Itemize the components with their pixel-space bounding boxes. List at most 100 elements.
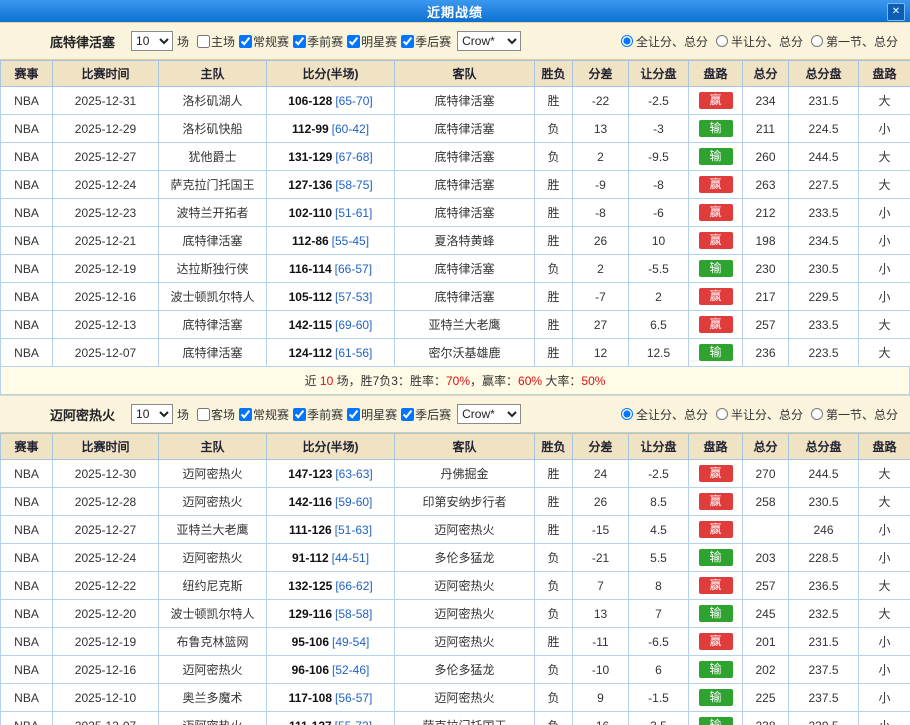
game-row: NBA2025-12-07底特律活塞124-112[61-56]密尔沃基雄鹿胜1…	[1, 339, 910, 367]
summary-segment: 70%	[446, 374, 470, 388]
point-diff-cell: 7	[573, 572, 629, 600]
away-team-cell: 迈阿密热火	[395, 516, 535, 544]
total-line-cell: 229.5	[789, 283, 859, 311]
filter-radio[interactable]: 半让分、总分	[716, 33, 803, 50]
filter-checkbox[interactable]: 常规赛	[235, 406, 289, 423]
column-header: 总分盘	[789, 61, 859, 87]
point-diff-cell: -16	[573, 712, 629, 725]
total-points-cell: 238	[743, 712, 789, 725]
filter-radio[interactable]: 半让分、总分	[716, 406, 803, 423]
odds-company-select[interactable]: Crow*	[457, 404, 521, 424]
summary-segment: 60%	[518, 374, 542, 388]
point-diff-cell: -15	[573, 516, 629, 544]
full-score: 96-106	[292, 663, 329, 677]
game-row: NBA2025-12-27亚特兰大老鹰111-126[51-63]迈阿密热火胜-…	[1, 516, 910, 544]
handicap-line-cell: -2.5	[629, 87, 689, 115]
radio-label: 全让分、总分	[636, 33, 708, 50]
checkbox-input[interactable]	[347, 35, 360, 48]
checkbox-input[interactable]	[401, 35, 414, 48]
radio-input[interactable]	[811, 408, 823, 420]
filter-radio[interactable]: 第一节、总分	[811, 33, 898, 50]
handicap-result-badge: 输	[699, 120, 733, 137]
full-score: 111-127	[289, 719, 332, 725]
home-team-cell: 迈阿密热火	[159, 460, 267, 488]
game-row: NBA2025-12-16波士顿凯尔特人105-112[57-53]底特律活塞胜…	[1, 283, 910, 311]
league-cell: NBA	[1, 283, 53, 311]
column-header: 客队	[395, 434, 535, 460]
filter-checkbox[interactable]: 季前赛	[289, 406, 343, 423]
checkbox-input[interactable]	[239, 35, 252, 48]
league-cell: NBA	[1, 87, 53, 115]
odds-company-select[interactable]: Crow*	[457, 31, 521, 51]
league-cell: NBA	[1, 488, 53, 516]
radio-input[interactable]	[621, 408, 633, 420]
checkbox-input[interactable]	[293, 35, 306, 48]
handicap-result-cell: 输	[689, 600, 743, 628]
radio-input[interactable]	[716, 408, 728, 420]
games-label: 场	[177, 33, 189, 50]
date-cell: 2025-12-21	[53, 227, 159, 255]
game-row: NBA2025-12-21底特律活塞112-86[55-45]夏洛特黄蜂胜261…	[1, 227, 910, 255]
filter-checkbox[interactable]: 季后赛	[397, 33, 451, 50]
handicap-result-badge: 输	[699, 605, 733, 622]
date-cell: 2025-12-07	[53, 712, 159, 725]
sections-container: 底特律活塞 10 场 主场常规赛季前赛明星赛季后赛 Crow* 全让分、总分半让…	[0, 22, 910, 725]
filter-checkboxes: 主场常规赛 季前赛明星赛季后赛	[193, 33, 451, 50]
point-diff-cell: 12	[573, 339, 629, 367]
league-cell: NBA	[1, 516, 53, 544]
handicap-result-cell: 输	[689, 684, 743, 712]
handicap-result-badge: 输	[699, 344, 733, 361]
table-header-row: 赛事比赛时间主队比分(半场)客队胜负分差让分盘盘路总分总分盘盘路	[1, 434, 910, 460]
filter-checkbox[interactable]: 季前赛	[289, 33, 343, 50]
checkbox-input[interactable]	[197, 35, 210, 48]
radio-label: 半让分、总分	[731, 406, 803, 423]
filter-radio[interactable]: 第一节、总分	[811, 406, 898, 423]
date-cell: 2025-12-30	[53, 460, 159, 488]
handicap-result-cell: 赢	[689, 572, 743, 600]
game-count-select[interactable]: 10	[131, 404, 173, 424]
full-score: 147-123	[288, 467, 332, 481]
win-loss-cell: 胜	[535, 227, 573, 255]
radio-input[interactable]	[811, 35, 823, 47]
score-cell: 147-123[63-63]	[267, 460, 395, 488]
half-score: [60-42]	[332, 122, 369, 136]
total-points-cell: 230	[743, 255, 789, 283]
close-icon[interactable]: ✕	[887, 3, 905, 21]
filter-radio[interactable]: 全让分、总分	[621, 406, 708, 423]
filter-checkbox[interactable]: 明星赛	[343, 33, 397, 50]
over-under-cell: 大	[859, 572, 910, 600]
game-count-select[interactable]: 10	[131, 31, 173, 51]
checkbox-input[interactable]	[293, 408, 306, 421]
column-header: 让分盘	[629, 61, 689, 87]
over-under-cell: 小	[859, 712, 910, 725]
summary-segment: 10	[320, 374, 333, 388]
checkbox-input[interactable]	[347, 408, 360, 421]
filter-radio[interactable]: 全让分、总分	[621, 33, 708, 50]
total-line-cell: 234.5	[789, 227, 859, 255]
total-points-cell: 198	[743, 227, 789, 255]
filter-checkbox[interactable]: 明星赛	[343, 406, 397, 423]
win-loss-cell: 负	[535, 572, 573, 600]
point-diff-cell: 24	[573, 460, 629, 488]
summary-segment: 场，胜7负3：胜率：	[333, 372, 446, 389]
game-row: NBA2025-12-24迈阿密热火91-112[44-51]多伦多猛龙负-21…	[1, 544, 910, 572]
checkbox-input[interactable]	[401, 408, 414, 421]
filter-checkbox[interactable]: 季后赛	[397, 406, 451, 423]
checkbox-input[interactable]	[197, 408, 210, 421]
filter-checkbox[interactable]: 常规赛	[235, 33, 289, 50]
checkbox-input[interactable]	[239, 408, 252, 421]
radio-input[interactable]	[716, 35, 728, 47]
half-score: [49-54]	[332, 635, 369, 649]
checkbox-label: 季前赛	[307, 33, 343, 50]
filter-checkbox[interactable]: 主场	[193, 33, 235, 50]
radio-input[interactable]	[621, 35, 633, 47]
score-cell: 142-116[59-60]	[267, 488, 395, 516]
home-team-cell: 底特律活塞	[159, 339, 267, 367]
column-header: 客队	[395, 61, 535, 87]
score-cell: 127-136[58-75]	[267, 171, 395, 199]
half-score: [56-57]	[335, 691, 372, 705]
point-diff-cell: 2	[573, 143, 629, 171]
filter-checkbox[interactable]: 客场	[193, 406, 235, 423]
over-under-cell: 大	[859, 311, 910, 339]
column-header: 盘路	[689, 434, 743, 460]
